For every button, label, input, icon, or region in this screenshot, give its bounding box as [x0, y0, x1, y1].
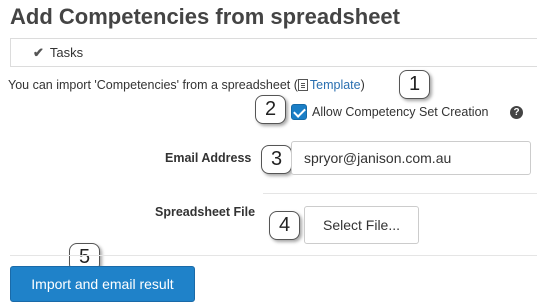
callout-2: 2: [255, 95, 286, 124]
import-and-email-button[interactable]: Import and email result: [10, 266, 195, 302]
template-link-label: Template: [309, 78, 361, 92]
template-link[interactable]: Template: [297, 78, 361, 92]
divider: [10, 255, 537, 256]
intro-prefix: You can import 'Competencies' from a spr…: [8, 78, 298, 92]
divider: [263, 193, 537, 194]
callout-1: 1: [399, 70, 430, 99]
intro-text: You can import 'Competencies' from a spr…: [8, 78, 365, 92]
callout-4: 4: [269, 211, 300, 240]
spreadsheet-file-label: Spreadsheet File: [155, 205, 256, 219]
tasks-label: Tasks: [49, 45, 84, 60]
callout-3: 3: [261, 145, 292, 174]
check-icon: ✔: [33, 44, 44, 60]
tasks-bar[interactable]: ✔ Tasks: [10, 38, 537, 67]
allow-set-creation-checkbox[interactable]: [291, 104, 307, 120]
allow-set-creation-label: Allow Competency Set Creation: [312, 105, 489, 119]
question-circle-icon[interactable]: ?: [510, 106, 523, 119]
page-title: Add Competencies from spreadsheet: [10, 4, 400, 29]
allow-set-creation-row: Allow Competency Set Creation: [291, 104, 488, 120]
document-icon: [297, 79, 308, 91]
email-field[interactable]: [291, 141, 531, 175]
intro-suffix: ): [360, 78, 365, 92]
select-file-button[interactable]: Select File...: [304, 206, 419, 244]
email-label: Email Address: [165, 151, 252, 165]
